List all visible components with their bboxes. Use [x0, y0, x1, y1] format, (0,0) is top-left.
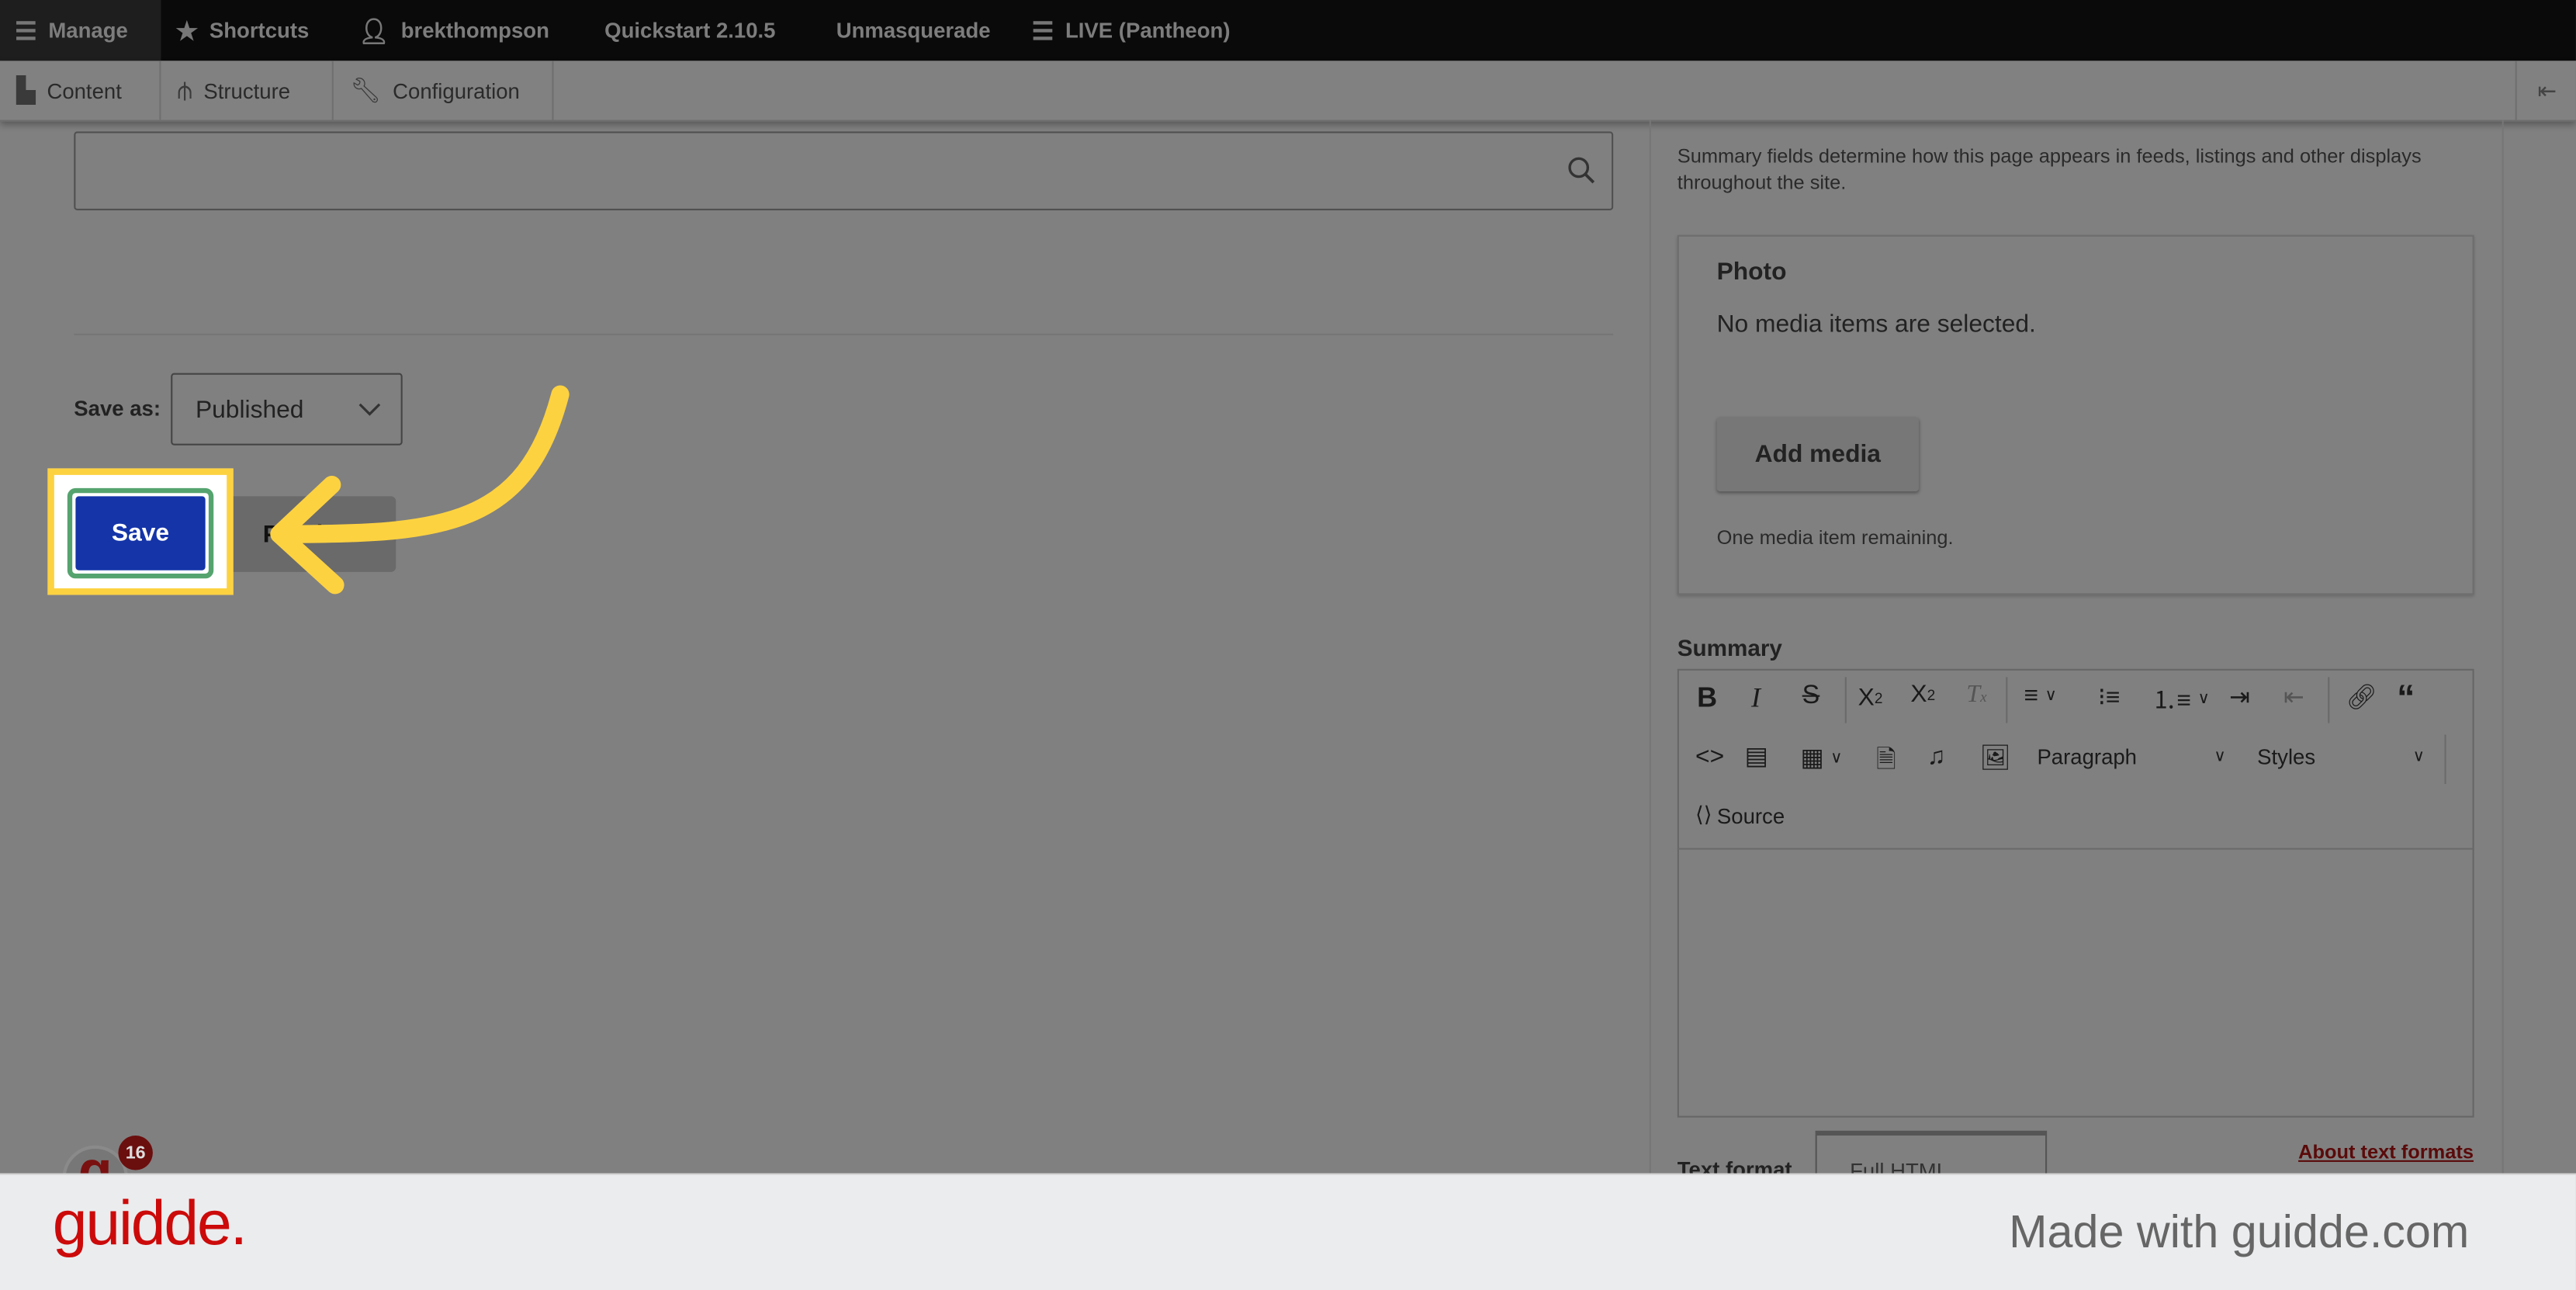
- file-icon: ▙: [16, 77, 36, 106]
- image-upload-icon[interactable]: 🖼︎: [1979, 743, 2010, 772]
- strikethrough-button[interactable]: S: [1802, 682, 1820, 712]
- alignment-button[interactable]: ≡ ∨: [2024, 682, 2058, 710]
- unmasquerade-label: Unmasquerade: [836, 18, 991, 43]
- environment-label: LIVE (Pantheon): [1065, 18, 1231, 43]
- styles-select[interactable]: Styles ∨: [2257, 744, 2425, 769]
- toolbar-separator: [2006, 677, 2008, 723]
- page: ☰ Manage ★ Shortcuts 👤︎ brekthompson Qui…: [0, 0, 2576, 1290]
- source-icon: ⟨⟩: [1695, 802, 1712, 827]
- divider: [74, 333, 1614, 335]
- sitemap-icon: ⫛: [177, 76, 192, 105]
- menu-label: Structure: [203, 78, 291, 103]
- collapse-icon: ⇤: [2537, 76, 2557, 103]
- add-media-button[interactable]: Add media: [1716, 417, 1920, 492]
- menu-label: Configuration: [393, 78, 520, 103]
- summary-description: Summary fields determine how this page a…: [1677, 144, 2422, 194]
- photo-title: Photo: [1716, 258, 1787, 286]
- server-icon: ☰: [1031, 17, 1054, 46]
- notification-badge: 16: [118, 1136, 153, 1170]
- numbered-list-button[interactable]: ⒈≡ ∨: [2152, 682, 2210, 716]
- paragraph-label: Paragraph: [2037, 744, 2138, 769]
- manage-label: Manage: [48, 18, 128, 43]
- chevron-down-icon: ∨: [2412, 747, 2425, 766]
- menu-item-structure[interactable]: ⫛ Structure: [161, 61, 334, 120]
- chevron-down-icon: [358, 402, 381, 415]
- user-icon: 👤︎: [358, 17, 390, 46]
- save-as-select[interactable]: Published: [171, 373, 403, 446]
- table-icon[interactable]: ▦ ∨: [1801, 743, 1843, 772]
- horizontal-line-icon[interactable]: ▤: [1745, 741, 1768, 771]
- shortcuts-label: Shortcuts: [209, 18, 310, 43]
- save-label: Save: [75, 496, 206, 570]
- styles-label: Styles: [2257, 744, 2316, 769]
- about-text-formats-link[interactable]: About text formats: [2298, 1140, 2474, 1163]
- media-embed-icon[interactable]: ♫: [1927, 743, 1946, 771]
- unmasquerade-link[interactable]: Unmasquerade: [836, 0, 991, 61]
- save-as-value: Published: [195, 395, 304, 424]
- user-label: brekthompson: [400, 18, 549, 43]
- manage-button[interactable]: ☰ Manage: [0, 0, 161, 61]
- blockquote-icon[interactable]: “: [2397, 677, 2415, 720]
- indent-button[interactable]: ⇥: [2229, 682, 2250, 712]
- paragraph-select[interactable]: Paragraph ∨: [2037, 744, 2225, 769]
- media-remaining-text: One media item remaining.: [1716, 525, 1954, 550]
- editor-toolbar-border: [1677, 848, 2474, 850]
- outdent-button[interactable]: ⇤: [2283, 682, 2304, 712]
- toolbar-separator: [1844, 677, 1847, 723]
- quickstart-label: Quickstart 2.10.5: [604, 18, 776, 43]
- user-button[interactable]: 👤︎ brekthompson: [358, 0, 549, 61]
- menu-label: Content: [47, 78, 122, 103]
- photo-empty-text: No media items are selected.: [1716, 310, 2036, 339]
- guidde-logo: guidde.: [52, 1189, 248, 1259]
- search-icon: [1568, 157, 1595, 184]
- summary-label: Summary: [1677, 634, 1782, 661]
- save-button[interactable]: Save: [67, 487, 214, 579]
- chevron-down-icon: ∨: [2214, 747, 2226, 766]
- search-input[interactable]: [74, 131, 1614, 211]
- toolbar-separator: [2444, 734, 2446, 784]
- bulleted-list-button[interactable]: ⁝≡: [2098, 682, 2121, 712]
- quickstart-link[interactable]: Quickstart 2.10.5: [604, 0, 775, 61]
- menu-item-configuration[interactable]: 🔧︎ Configuration: [334, 61, 554, 120]
- subscript-button[interactable]: X2: [1858, 684, 1883, 712]
- hamburger-icon: ☰: [15, 17, 37, 46]
- save-as-label: Save as:: [74, 396, 161, 421]
- summary-editor[interactable]: [1677, 668, 2474, 1118]
- source-label: Source: [1716, 803, 1785, 828]
- made-with-text: Made with guidde.com: [2009, 1206, 2470, 1257]
- bold-button[interactable]: B: [1697, 682, 1717, 715]
- environment-indicator[interactable]: ☰ LIVE (Pantheon): [1032, 0, 1231, 61]
- menu-item-content[interactable]: ▙ Content: [0, 61, 161, 120]
- star-icon: ★: [175, 17, 199, 46]
- toolbar-separator: [2328, 677, 2330, 723]
- remove-format-button[interactable]: Tx: [1966, 682, 1986, 710]
- admin-toolbar: ☰ Manage ★ Shortcuts 👤︎ brekthompson Qui…: [0, 0, 2576, 61]
- link-icon[interactable]: 🔗︎: [2346, 682, 2377, 712]
- italic-button[interactable]: I: [1751, 682, 1761, 715]
- wrench-icon: 🔧︎: [349, 77, 382, 106]
- insert-template-icon[interactable]: 🗎︎: [1876, 743, 1896, 784]
- preview-label: Preview: [262, 520, 356, 549]
- collapse-toolbar-button[interactable]: ⇤: [2515, 61, 2576, 120]
- admin-menu: ▙ Content ⫛ Structure 🔧︎ Configuration ⇤: [0, 61, 2576, 122]
- code-icon[interactable]: <>: [1695, 743, 1724, 771]
- source-button[interactable]: ⟨⟩ Source: [1695, 802, 1785, 828]
- superscript-button[interactable]: X2: [1910, 681, 1935, 709]
- shortcuts-button[interactable]: ★ Shortcuts: [176, 0, 310, 61]
